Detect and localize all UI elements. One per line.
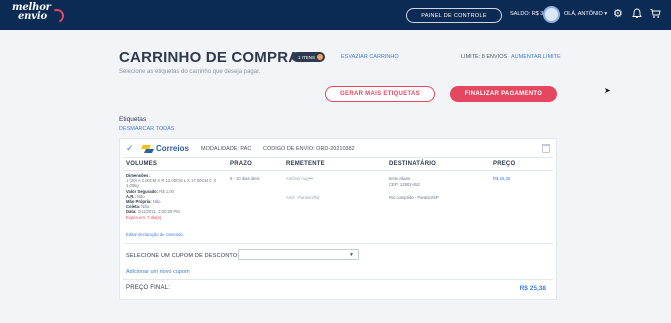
- expiry-text: Expira em: 7 dia(s): [126, 214, 162, 220]
- coupon-label: SELECIONE UM CUPOM DE DESCONTO:: [126, 253, 240, 259]
- final-price-label: PREÇO FINAL:: [126, 285, 171, 291]
- avatar[interactable]: [543, 6, 560, 23]
- column-header-volumes: VOLUMES: [126, 161, 158, 167]
- user-menu[interactable]: OLÁ, ANTÔNIO ▾: [564, 11, 607, 17]
- deadline-value: 9 - 10 dias úteis: [230, 176, 260, 181]
- carrier-logo: Correios: [142, 143, 189, 154]
- edit-content-declaration-link[interactable]: Editar declaração de conteúdo: [126, 232, 183, 237]
- final-price-value: R$ 25,38: [519, 285, 546, 292]
- coupon-select[interactable]: ▼: [238, 249, 359, 260]
- cart-icon[interactable]: [650, 8, 661, 22]
- divider: [123, 157, 553, 158]
- recipient-name: teste eliane: [389, 176, 411, 181]
- user-greeting: OLÁ, ANTÔNIO: [564, 11, 603, 17]
- page-subtitle: Selecione as etiquetas do carrinho que d…: [119, 69, 261, 75]
- sender-address: Ariúl - Paraíso/RS: [286, 195, 320, 200]
- chevron-down-icon: ▾: [604, 11, 608, 17]
- items-count-text: 1 ITENS: [298, 54, 316, 60]
- divider: [123, 279, 553, 280]
- divider: [123, 243, 553, 244]
- dimensions-value: 1 (20) A 2.00CM X R 12.00CM L X 17.00CM …: [126, 178, 217, 184]
- mouse-cursor-icon: ➤: [604, 86, 611, 95]
- page-title: CARRINHO DE COMPRAS: [119, 49, 310, 66]
- empty-cart-link[interactable]: ESVAZIAR CARRINHO: [341, 54, 399, 60]
- badge-dot-icon: [317, 54, 324, 60]
- trash-icon[interactable]: [542, 144, 550, 153]
- shipping-limit-text: LIMITE: 8 ENVIOS: [461, 54, 508, 60]
- insured-value: R$ 1,00: [159, 188, 174, 194]
- column-header-sender: REMETENTE: [286, 161, 325, 167]
- add-coupon-link[interactable]: Adicionar um novo cupom: [126, 269, 190, 275]
- items-count-badge: 1 ITENS: [292, 52, 326, 62]
- tracking-code-text: CÓDIGO DE ENVIO: ORD-20210382: [263, 146, 355, 152]
- notification-bell-icon[interactable]: [632, 8, 642, 22]
- settings-gear-icon[interactable]: ⚙: [613, 8, 623, 20]
- unselect-all-link[interactable]: DESMARCAR TODAS: [119, 126, 174, 132]
- label-card: ✓ Correios MODALIDADE: PAC CÓDIGO DE ENV…: [119, 138, 557, 300]
- column-header-price: PREÇO: [493, 161, 516, 167]
- correios-logo-icon: [142, 144, 154, 154]
- melhor-envio-logo[interactable]: melhor envio: [12, 3, 66, 25]
- logo-text-line2: envio: [18, 11, 47, 22]
- divider: [123, 170, 553, 171]
- raise-limit-link[interactable]: AUMENTAR LIMITE: [511, 54, 561, 60]
- recipient-address: Rio cumprido - Paraíso/SP: [389, 195, 439, 200]
- chevron-down-icon: ▼: [349, 252, 354, 258]
- sender-name: Antônio Aug•••: [286, 176, 313, 181]
- labels-section-title: Etiquetas: [119, 116, 147, 123]
- recipient-cep: CEP: 12902-452: [389, 182, 420, 187]
- control-panel-button[interactable]: PAINEL DE CONTROLE: [406, 8, 502, 23]
- price-value: R$ 25,38: [493, 176, 510, 181]
- generate-more-labels-button[interactable]: GERAR MAIS ETIQUETAS: [325, 86, 435, 102]
- top-navigation-bar: melhor envio PAINEL DE CONTROLE SALDO: R…: [0, 0, 671, 30]
- modality-text: MODALIDADE: PAC: [201, 146, 252, 152]
- checkmark-icon[interactable]: ✓: [126, 143, 134, 154]
- carrier-name: Correios: [156, 144, 189, 153]
- own-hand-value: Não: [152, 199, 161, 205]
- column-header-deadline: PRAZO: [230, 161, 252, 167]
- volume-details: Dimensões: 1 (20) A 2.00CM X R 12.00CM L…: [126, 173, 216, 220]
- column-header-recipient: DESTINATÁRIO: [389, 161, 436, 167]
- finalize-payment-button[interactable]: FINALIZAR PAGAMENTO: [450, 86, 557, 102]
